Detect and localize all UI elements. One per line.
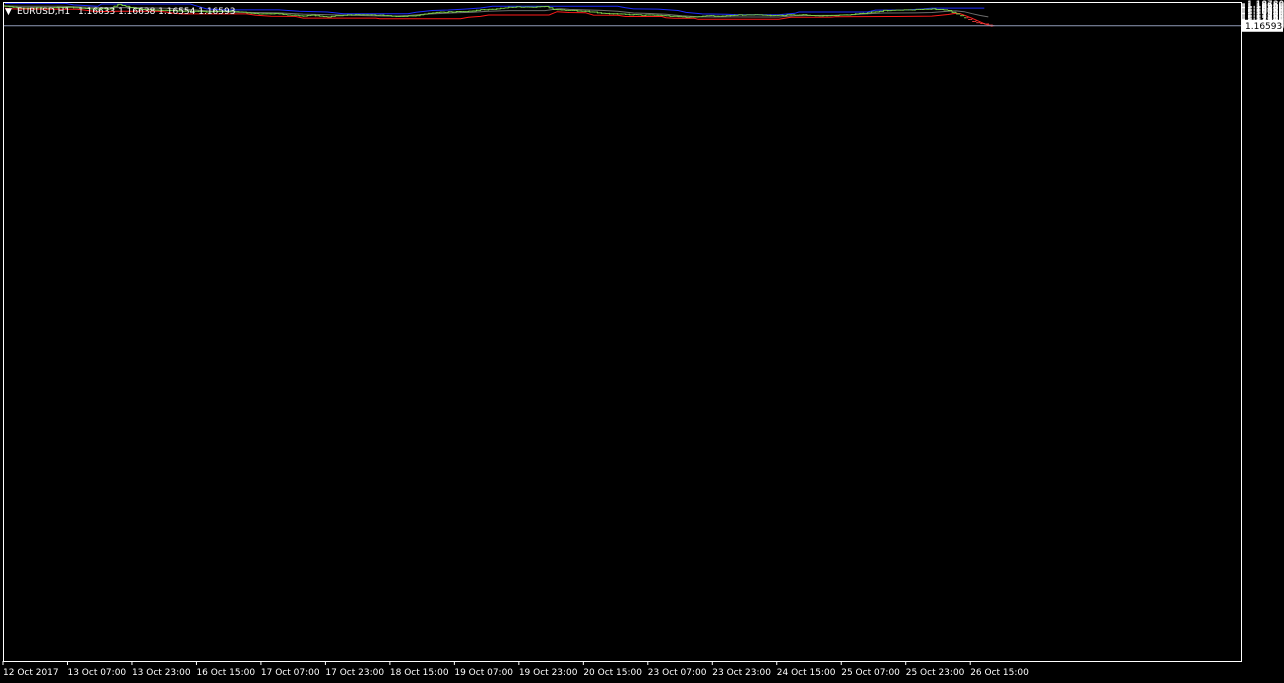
time-tick-label: 17 Oct 07:00 xyxy=(261,668,320,678)
time-tick-label: 18 Oct 15:00 xyxy=(390,668,449,678)
ohlc-bar xyxy=(708,15,713,17)
ohlc-bar xyxy=(603,12,608,14)
time-tick-label: 16 Oct 15:00 xyxy=(196,668,255,678)
chart-symbol-timeframe: EURUSD,H1 xyxy=(17,7,70,17)
ohlc-bar xyxy=(776,14,781,16)
ohlc-bar xyxy=(897,9,902,11)
time-tick-label: 26 Oct 15:00 xyxy=(970,668,1029,678)
ohlc-bar xyxy=(583,10,588,12)
ohlc-bar xyxy=(651,14,656,16)
ohlc-bar xyxy=(458,11,463,13)
chart-title: ▼ EURUSD,H1 1.16633 1.16638 1.16554 1.16… xyxy=(5,7,235,17)
ohlc-bar xyxy=(655,14,660,16)
ohlc-bar xyxy=(716,15,721,17)
ohlc-bar xyxy=(538,6,543,8)
chart-ohlc-values: 1.16633 1.16638 1.16554 1.16593 xyxy=(78,7,235,17)
time-tick-label: 19 Oct 23:00 xyxy=(519,668,578,678)
ohlc-bar xyxy=(530,6,535,8)
ohlc-bar xyxy=(671,15,676,17)
ohlc-bar xyxy=(522,6,527,8)
ohlc-bar xyxy=(619,13,624,15)
ohlc-bar xyxy=(397,15,402,17)
ohlc-bar xyxy=(647,14,652,16)
ohlc-bar xyxy=(772,14,777,17)
ohlc-bar xyxy=(482,9,487,11)
ohlc-bar xyxy=(611,13,616,15)
ohlc-bar xyxy=(696,16,701,18)
ohlc-bar xyxy=(563,9,568,11)
time-tick-label: 20 Oct 15:00 xyxy=(583,668,642,678)
ohlc-bar xyxy=(925,8,930,10)
ohlc-bar xyxy=(268,13,273,15)
current-price-tag-label: 1.16593 xyxy=(1245,22,1282,32)
time-tick-label: 24 Oct 15:00 xyxy=(777,668,836,678)
ohlc-bar xyxy=(796,14,801,16)
ohlc-bar xyxy=(385,14,390,17)
ohlc-bar xyxy=(357,14,362,16)
ohlc-bar xyxy=(502,7,507,9)
price-chart[interactable]: 1.187801.186601.185401.184201.183001.181… xyxy=(0,0,1284,683)
ohlc-bar xyxy=(264,13,269,15)
time-tick-label: 23 Oct 07:00 xyxy=(648,668,707,678)
ohlc-bar xyxy=(559,9,564,11)
time-tick-label: 12 Oct 2017 xyxy=(3,668,59,678)
time-tick-label: 13 Oct 07:00 xyxy=(67,668,126,678)
ohlc-bar xyxy=(744,14,749,16)
chart-menu-arrow-icon[interactable]: ▼ xyxy=(5,7,12,17)
time-tick-label: 13 Oct 23:00 xyxy=(132,668,191,678)
time-tick-label: 17 Oct 23:00 xyxy=(325,668,384,678)
ohlc-bar xyxy=(240,11,245,13)
time-tick-label: 23 Oct 23:00 xyxy=(712,668,771,678)
current-price-tag: 1.16593 xyxy=(1242,19,1283,32)
ohlc-bar xyxy=(893,9,898,11)
time-tick-label: 19 Oct 07:00 xyxy=(454,668,513,678)
ohlc-bar xyxy=(365,14,370,16)
ohlc-bar xyxy=(361,14,366,16)
ohlc-bar xyxy=(490,8,495,10)
ohlc-bar xyxy=(921,8,926,10)
ohlc-bar xyxy=(325,16,330,18)
ohlc-bar xyxy=(817,15,822,17)
time-tick-label: 25 Oct 23:00 xyxy=(906,668,965,678)
chart-background xyxy=(0,0,1284,683)
ohlc-bar xyxy=(909,9,914,11)
ohlc-bar xyxy=(788,14,793,16)
time-tick-label: 25 Oct 07:00 xyxy=(841,668,900,678)
ohlc-bar xyxy=(937,8,942,11)
